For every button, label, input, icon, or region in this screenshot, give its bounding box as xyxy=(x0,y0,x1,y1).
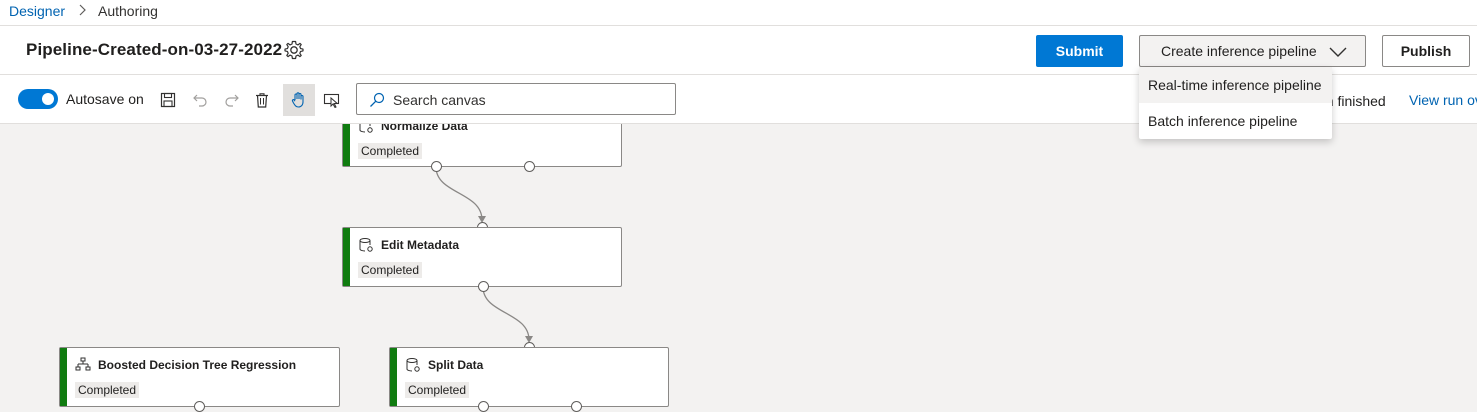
module-node-label: Normalize Data xyxy=(381,124,468,133)
breadcrumb-designer-link[interactable]: Designer xyxy=(9,3,65,19)
output-port[interactable] xyxy=(478,401,489,412)
output-port[interactable] xyxy=(571,401,582,412)
undo-icon[interactable] xyxy=(187,87,213,113)
status-bar xyxy=(343,124,350,166)
search-icon xyxy=(369,92,385,113)
dataset-gear-icon xyxy=(358,237,374,253)
status-badge: Completed xyxy=(405,382,470,398)
module-node-label: Split Data xyxy=(428,358,484,372)
module-node-edit-metadata[interactable]: Edit Metadata Completed xyxy=(342,227,622,287)
chevron-right-icon xyxy=(78,4,86,19)
module-node-boosted-decision-tree-regression[interactable]: Boosted Decision Tree Regression Complet… xyxy=(59,347,340,407)
save-icon[interactable] xyxy=(155,87,181,113)
delete-icon[interactable] xyxy=(249,87,275,113)
status-badge: Completed xyxy=(358,262,423,278)
tree-icon xyxy=(75,357,91,373)
autosave-label: Autosave on xyxy=(66,91,144,107)
publish-button[interactable]: Publish xyxy=(1382,35,1470,67)
redo-icon[interactable] xyxy=(219,87,245,113)
output-port[interactable] xyxy=(478,281,489,292)
status-bar xyxy=(343,228,350,286)
module-node-normalize-data[interactable]: Normalize Data Completed xyxy=(342,124,622,167)
status-bar xyxy=(390,348,397,406)
pipeline-canvas[interactable]: Normalize Data Completed Edit Metadata C… xyxy=(0,124,1477,412)
select-mode-icon[interactable] xyxy=(319,87,345,113)
breadcrumb-current: Authoring xyxy=(98,3,158,19)
output-port[interactable] xyxy=(431,161,442,172)
output-port[interactable] xyxy=(194,401,205,412)
menu-item-batch-inference-pipeline[interactable]: Batch inference pipeline xyxy=(1139,103,1332,139)
pan-hand-icon[interactable] xyxy=(283,84,315,116)
menu-item-real-time-inference-pipeline[interactable]: Real-time inference pipeline xyxy=(1139,67,1332,103)
gear-icon[interactable] xyxy=(283,39,305,61)
search-input[interactable] xyxy=(393,90,663,110)
page-title: Pipeline-Created-on-03-27-2022 xyxy=(26,40,283,59)
search-box[interactable] xyxy=(356,83,676,115)
view-run-overview-link[interactable]: View run ov xyxy=(1409,92,1477,108)
status-badge: Completed xyxy=(358,143,423,159)
dataset-gear-icon xyxy=(358,124,374,134)
module-node-label: Edit Metadata xyxy=(381,238,460,252)
create-inference-pipeline-menu: Real-time inference pipeline Batch infer… xyxy=(1139,67,1332,139)
chevron-down-icon xyxy=(1329,45,1347,61)
autosave-toggle[interactable] xyxy=(18,89,58,109)
submit-button[interactable]: Submit xyxy=(1036,35,1123,67)
output-port[interactable] xyxy=(524,161,535,172)
module-node-split-data[interactable]: Split Data Completed xyxy=(389,347,669,407)
dataset-gear-icon xyxy=(405,357,421,373)
module-node-label: Boosted Decision Tree Regression xyxy=(98,358,297,372)
status-bar xyxy=(60,348,67,406)
create-inference-pipeline-label: Create inference pipeline xyxy=(1161,43,1317,59)
breadcrumb: Designer Authoring xyxy=(0,0,1477,26)
create-inference-pipeline-button[interactable]: Create inference pipeline xyxy=(1139,35,1366,67)
status-badge: Completed xyxy=(75,382,140,398)
